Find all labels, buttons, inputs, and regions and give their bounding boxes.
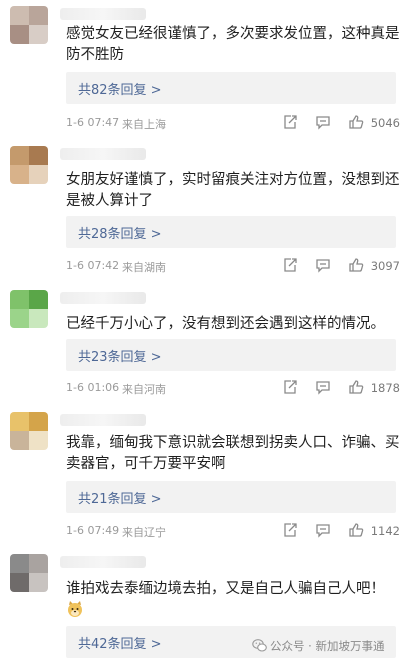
avatar[interactable] <box>10 6 48 44</box>
share-icon[interactable] <box>282 522 298 538</box>
comment-text: 已经千万小心了，没有想到还会遇到这样的情况。 <box>66 316 385 332</box>
like-icon[interactable] <box>348 379 364 395</box>
replies-link[interactable]: 共21条回复 > <box>66 481 396 513</box>
location: 来自上海 <box>122 118 166 131</box>
username-blurred[interactable] <box>60 8 146 20</box>
replies-link[interactable]: 共23条回复 > <box>66 339 396 371</box>
share-icon[interactable] <box>282 379 298 395</box>
timestamp: 1-6 07:42 <box>66 259 120 272</box>
comment-text: 女朋友好谨慎了，实时留痕关注对方位置，没想到还是被人算计了 <box>66 172 400 209</box>
comment-icon[interactable] <box>315 114 331 130</box>
comment-text: 谁拍戏去泰缅边境去拍，又是自己人骗自己人吧！ <box>66 581 385 597</box>
comment-icon[interactable] <box>315 522 331 538</box>
replies-label[interactable]: 共42条回复 > <box>78 633 162 652</box>
comment-meta: 1-6 07:49 来自辽宁 1142 <box>66 521 400 541</box>
wechat-icon <box>252 638 267 653</box>
comment-meta: 1-6 01:06 来自河南 1878 <box>66 378 400 398</box>
like-count: 1142 <box>370 524 400 538</box>
timestamp: 1-6 01:06 <box>66 381 120 394</box>
avatar[interactable] <box>10 412 48 450</box>
share-icon[interactable] <box>282 257 298 273</box>
timestamp: 1-6 07:49 <box>66 524 120 537</box>
username-blurred[interactable] <box>60 148 146 160</box>
like-icon[interactable] <box>348 522 364 538</box>
comment-meta: 1-6 07:47 来自上海 5046 <box>66 113 400 133</box>
location: 来自河南 <box>122 383 166 396</box>
avatar[interactable] <box>10 554 48 592</box>
comment-icon[interactable] <box>315 257 331 273</box>
replies-link[interactable]: 共82条回复 > <box>66 72 396 104</box>
location: 来自辽宁 <box>122 526 166 539</box>
comment-meta: 1-6 07:42 来自湖南 3097 <box>66 256 400 276</box>
replies-label[interactable]: 共28条回复 > <box>78 223 162 242</box>
comment-text: 我靠，缅甸我下意识就会联想到拐卖人口、诈骗、买卖器官，可千万要平安啊 <box>66 435 400 472</box>
like-count: 5046 <box>370 116 400 130</box>
like-count: 1878 <box>370 381 400 395</box>
share-icon[interactable] <box>282 114 298 130</box>
doge-emoji-icon <box>66 600 84 618</box>
replies-label[interactable]: 共21条回复 > <box>78 488 162 507</box>
location: 来自湖南 <box>122 261 166 274</box>
watermark: 公众号 · 新加坡万事通 <box>270 639 385 653</box>
like-icon[interactable] <box>348 114 364 130</box>
username-blurred[interactable] <box>60 414 146 426</box>
replies-label[interactable]: 共82条回复 > <box>78 79 162 98</box>
like-icon[interactable] <box>348 257 364 273</box>
timestamp: 1-6 07:47 <box>66 116 120 129</box>
avatar[interactable] <box>10 290 48 328</box>
comment-text: 感觉女友已经很谨慎了，多次要求发位置，这种真是防不胜防 <box>66 26 400 63</box>
replies-link[interactable]: 共28条回复 > <box>66 216 396 248</box>
username-blurred[interactable] <box>60 292 146 304</box>
comment-icon[interactable] <box>315 379 331 395</box>
avatar[interactable] <box>10 146 48 184</box>
like-count: 3097 <box>370 259 400 273</box>
replies-label[interactable]: 共23条回复 > <box>78 346 162 365</box>
username-blurred[interactable] <box>60 556 146 568</box>
